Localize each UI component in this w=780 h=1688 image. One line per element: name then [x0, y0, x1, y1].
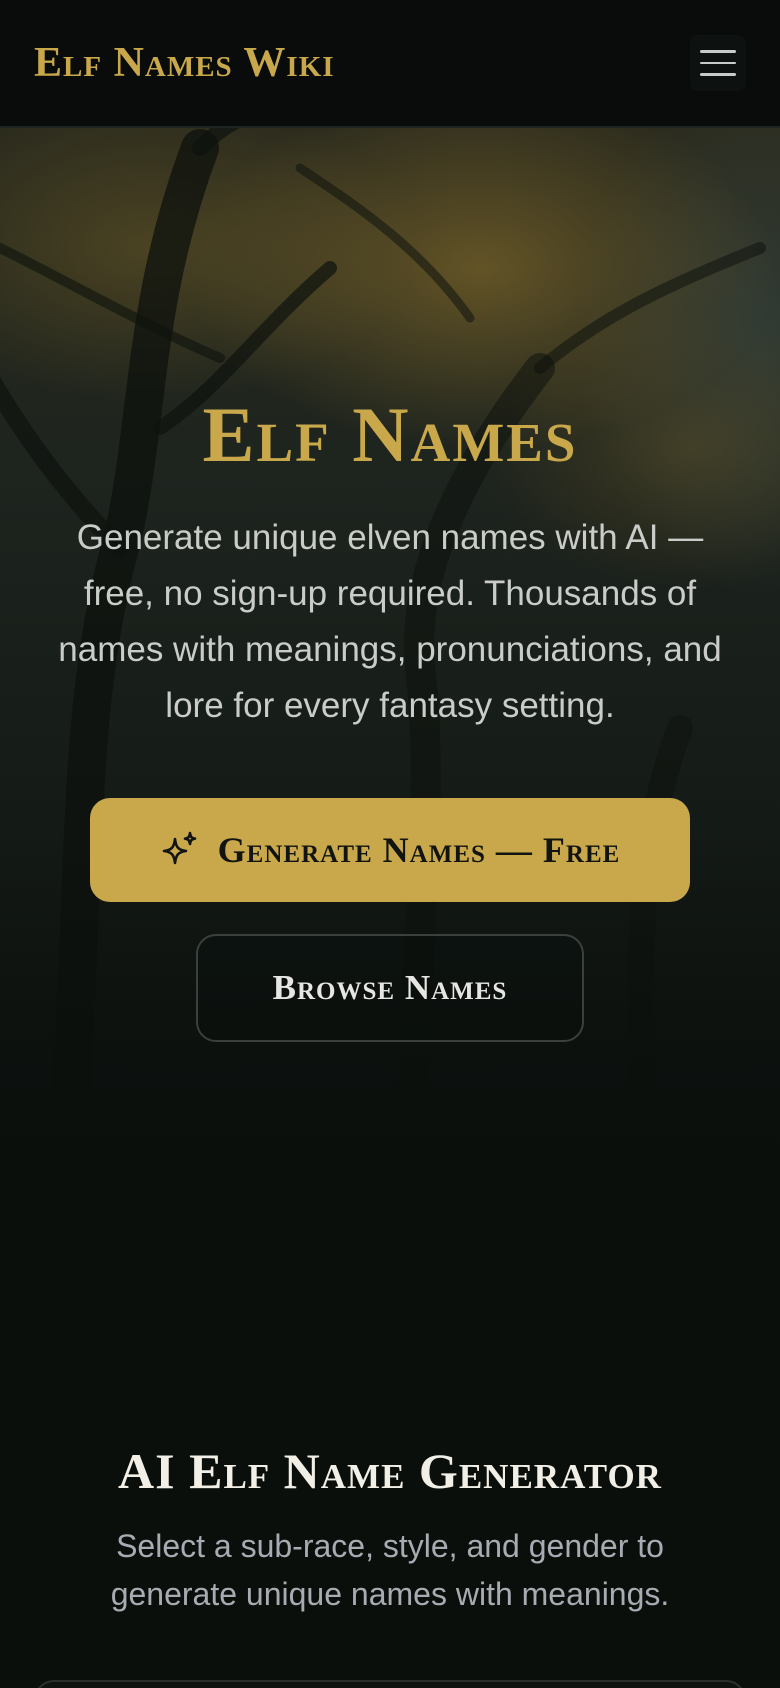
site-logo[interactable]: Elf Names Wiki — [34, 39, 335, 87]
generator-subtitle: Select a sub-race, style, and gender to … — [110, 1528, 670, 1612]
hero-section: Elf Names Generate unique elven names wi… — [0, 128, 780, 1228]
hamburger-menu-icon-bar — [700, 61, 736, 65]
sparkle-icon — [162, 831, 196, 865]
hero-subtitle: Generate unique elven names with AI — fr… — [58, 518, 722, 725]
hero-title: Elf Names — [202, 391, 578, 478]
hamburger-menu-icon-bar — [700, 73, 736, 76]
generator-title: AI Elf Name Generator — [118, 1443, 662, 1499]
generate-names-label: Generate Names — Free — [217, 830, 621, 870]
generator-section: AI Elf Name Generator Select a sub-race,… — [0, 1228, 780, 1688]
hamburger-menu-icon-bar — [700, 50, 736, 53]
hamburger-menu-button[interactable] — [690, 35, 746, 91]
site-header: Elf Names Wiki — [0, 0, 780, 128]
generate-names-button[interactable]: Generate Names — Free — [90, 798, 690, 902]
generator-form-card — [34, 1680, 746, 1688]
browse-names-label: Browse Names — [272, 968, 508, 1007]
browse-names-button[interactable]: Browse Names — [196, 934, 584, 1042]
page: Elf Names Wiki Elf Names Generate unique… — [0, 0, 780, 1688]
